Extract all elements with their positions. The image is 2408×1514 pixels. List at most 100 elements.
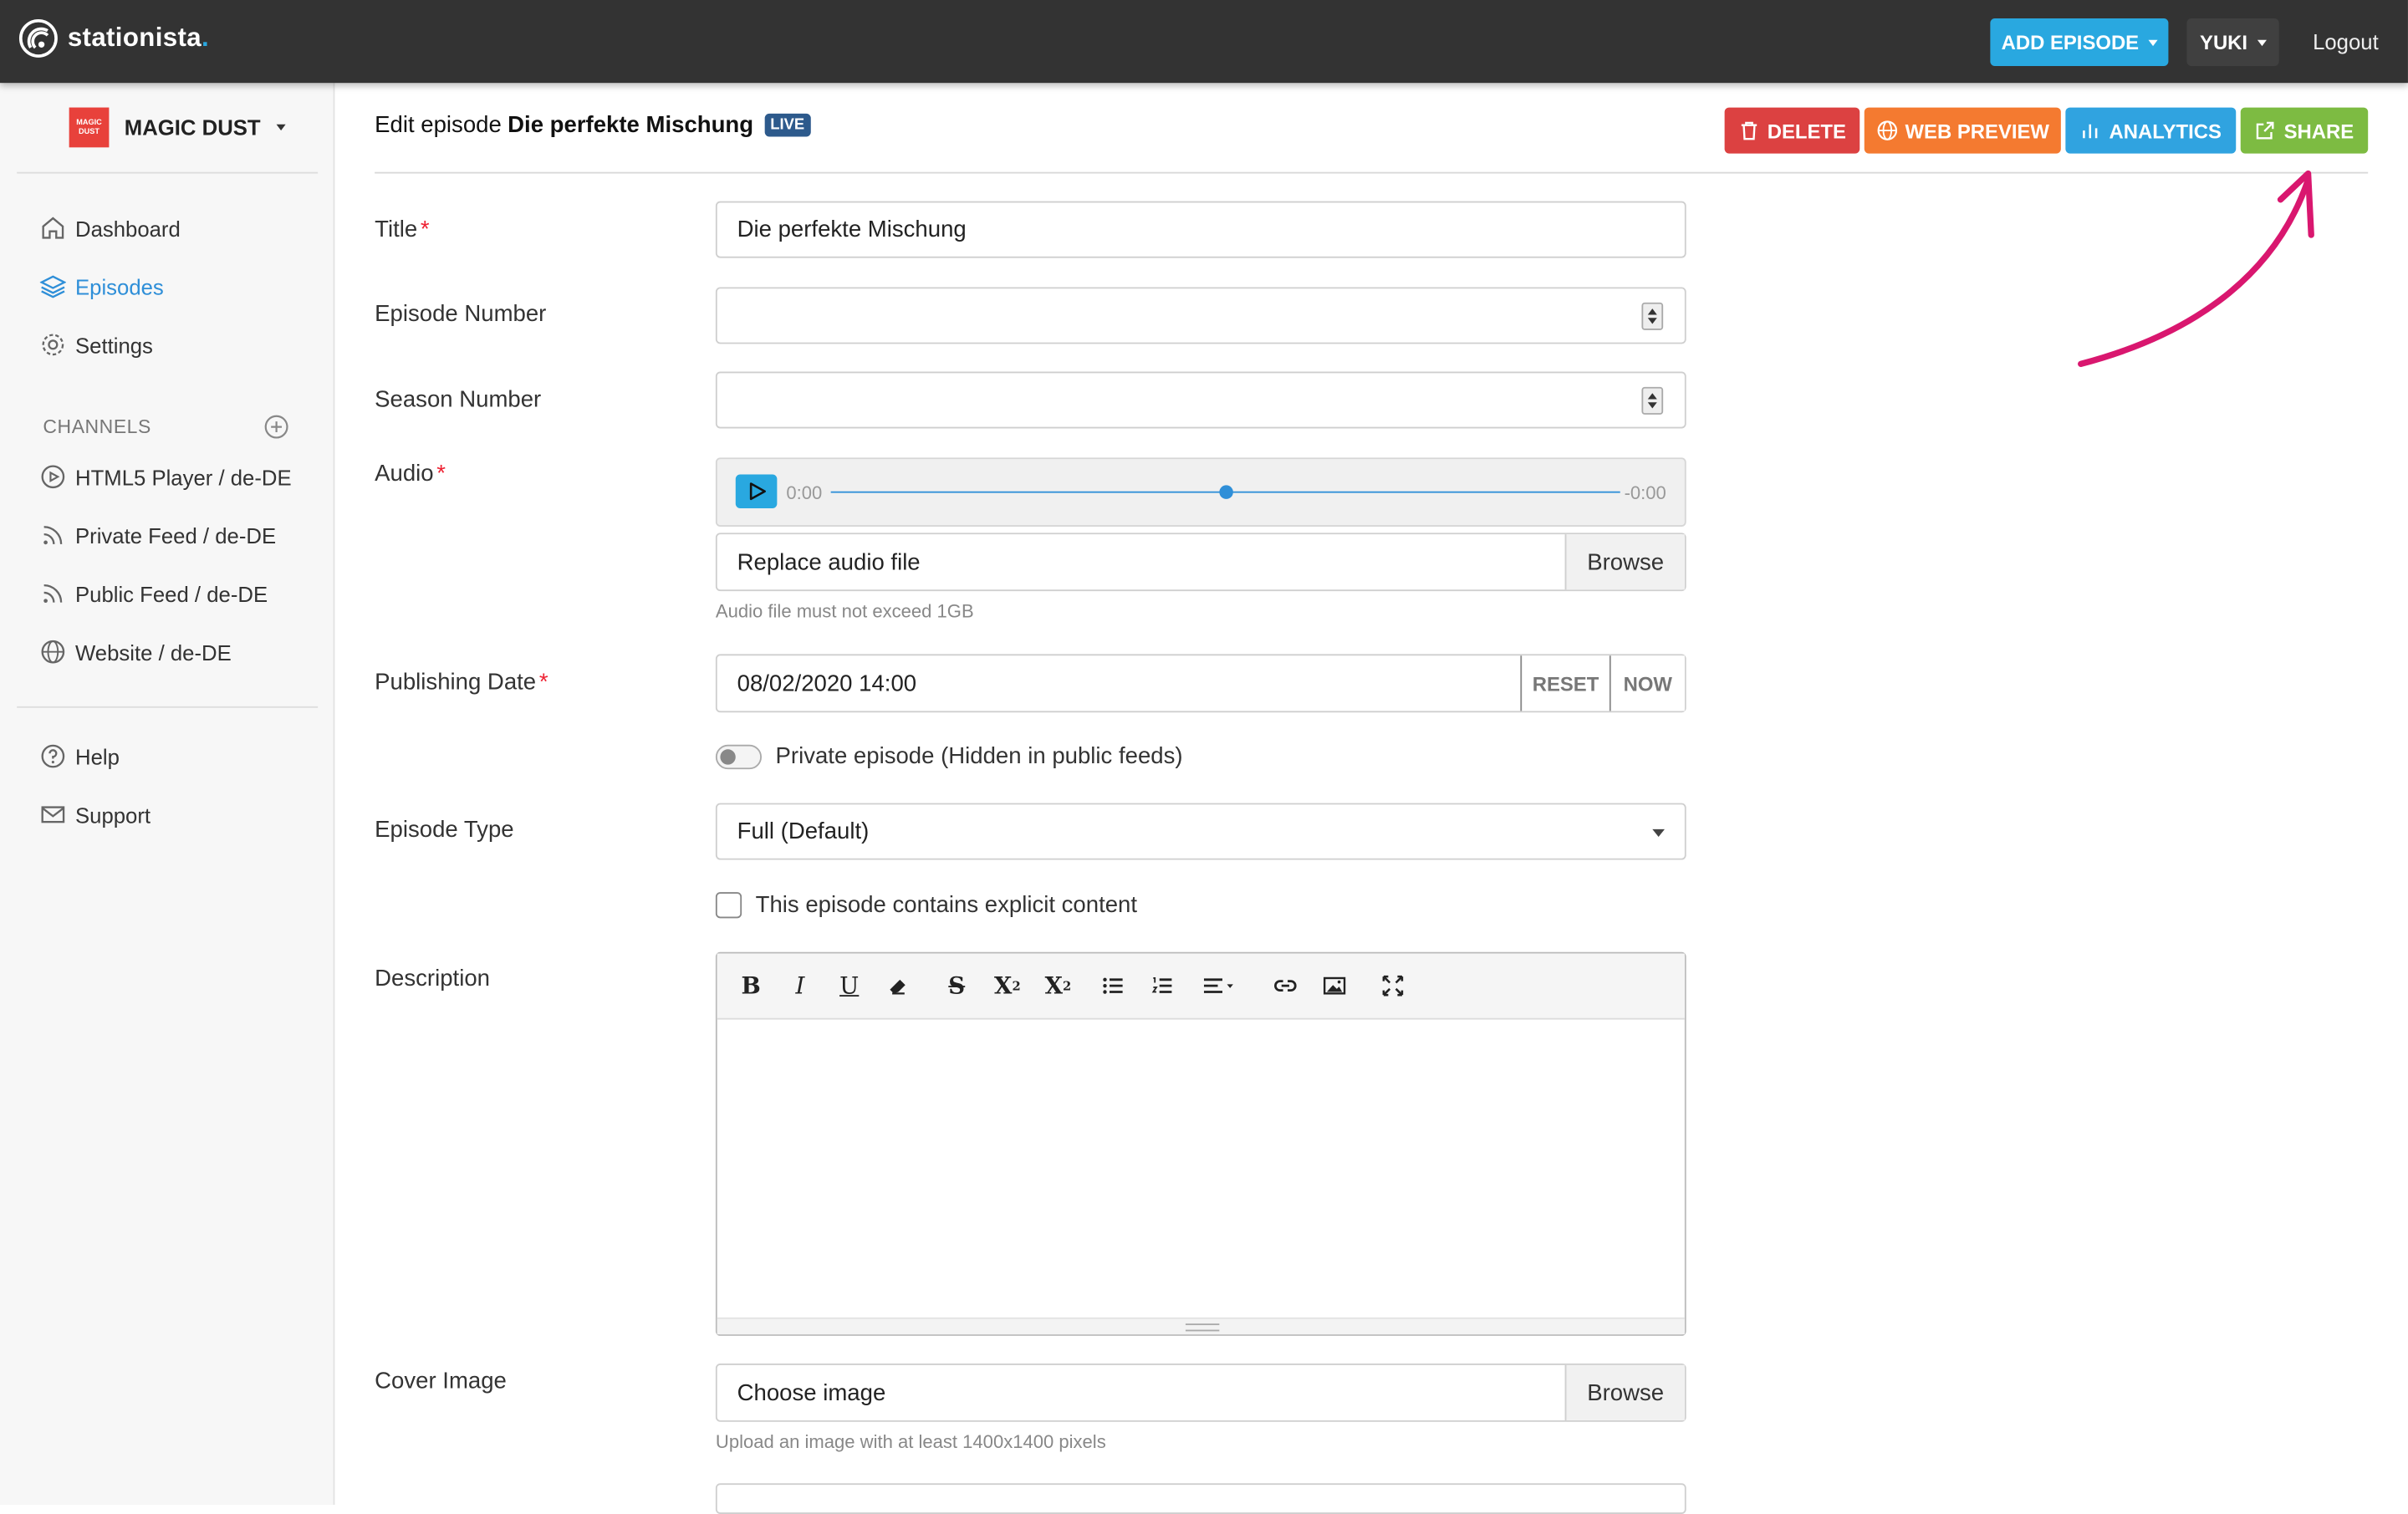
add-episode-button[interactable]: ADD EPISODE: [1990, 18, 2169, 66]
cover-image-label: Cover Image: [375, 1368, 507, 1394]
sidebar-item-support[interactable]: Support: [40, 802, 150, 828]
sidebar-item-label: Support: [74, 802, 151, 828]
sidebar: MAGIC DUST MAGIC DUST Dashboard Episodes…: [0, 83, 335, 1505]
now-date-button[interactable]: NOW: [1609, 655, 1685, 711]
audio-seek-handle[interactable]: [1218, 485, 1232, 499]
episode-type-select[interactable]: Full (Default): [715, 803, 1686, 860]
stationista-logo-icon: [18, 18, 58, 58]
sidebar-item-website[interactable]: Website / de-DE: [40, 639, 232, 665]
editor-toolbar: B I U S X2 X2: [717, 953, 1685, 1020]
description-label: Description: [375, 966, 490, 992]
browse-audio-button[interactable]: Browse: [1564, 534, 1685, 590]
sidebar-item-label: Dashboard: [74, 216, 181, 241]
cover-image-hint: Upload an image with at least 1400x1400 …: [715, 1430, 1106, 1453]
sidebar-item-label: Public Feed / de-DE: [74, 581, 268, 606]
org-name: MAGIC DUST: [124, 115, 261, 140]
publishing-date-input[interactable]: 08/02/2020 14:00 RESET NOW: [715, 654, 1686, 713]
episode-number-input[interactable]: [715, 287, 1686, 344]
globe-icon: [41, 640, 65, 664]
numbered-list-icon[interactable]: [1145, 971, 1179, 1002]
subscript-icon[interactable]: X2: [1041, 971, 1074, 1002]
org-logo: MAGIC DUST: [69, 107, 110, 148]
audio-remaining-time: -0:00: [1624, 482, 1666, 504]
layers-icon: [39, 275, 66, 298]
fullscreen-icon[interactable]: [1376, 971, 1410, 1002]
superscript-icon[interactable]: X2: [991, 971, 1024, 1002]
web-preview-label: WEB PREVIEW: [1905, 119, 2049, 142]
analytics-button[interactable]: ANALYTICS: [2065, 107, 2237, 154]
share-label: SHARE: [2283, 119, 2354, 142]
top-bar: stationista. ADD EPISODE YUKI Logout: [0, 0, 2408, 84]
sidebar-item-label: Private Feed / de-DE: [74, 523, 277, 548]
sidebar-item-html5-player[interactable]: HTML5 Player / de-DE: [40, 464, 292, 490]
sidebar-item-help[interactable]: Help: [40, 743, 120, 769]
episode-number-label: Episode Number: [375, 300, 547, 328]
editor-resize-handle[interactable]: [717, 1317, 1685, 1335]
delete-button[interactable]: DELETE: [1724, 107, 1860, 154]
page-title: Edit episode Die perfekte Mischung LIVE: [375, 112, 811, 139]
cover-image-placeholder: Choose image: [737, 1380, 886, 1407]
web-preview-button[interactable]: WEB PREVIEW: [1864, 107, 2061, 154]
link-icon[interactable]: [1268, 971, 1302, 1002]
sidebar-item-label: Episodes: [74, 273, 164, 299]
external-link-icon: [2257, 121, 2274, 140]
sidebar-item-public-feed[interactable]: Public Feed / de-DE: [40, 580, 268, 606]
strikethrough-icon[interactable]: S: [940, 971, 973, 1002]
image-icon[interactable]: [1318, 971, 1351, 1002]
play-circle-icon: [41, 465, 65, 489]
sidebar-divider: [17, 171, 319, 174]
audio-current-time: 0:00: [786, 482, 823, 504]
chevron-down-icon: [276, 124, 286, 131]
eraser-icon[interactable]: [881, 971, 915, 1002]
bold-icon[interactable]: B: [734, 971, 768, 1002]
add-circle-icon[interactable]: [264, 415, 288, 439]
share-button[interactable]: SHARE: [2240, 107, 2369, 154]
sidebar-item-settings[interactable]: Settings: [40, 332, 153, 358]
align-icon[interactable]: [1198, 971, 1241, 1002]
bullet-list-icon[interactable]: [1096, 971, 1130, 1002]
italic-icon[interactable]: I: [783, 971, 817, 1002]
delete-label: DELETE: [1767, 119, 1846, 142]
envelope-icon: [41, 806, 65, 823]
description-editor[interactable]: B I U S X2 X2: [715, 951, 1686, 1336]
globe-icon: [1876, 120, 1897, 140]
rss-icon: [43, 584, 63, 604]
season-number-input[interactable]: [715, 371, 1686, 429]
chevron-down-icon: [1652, 828, 1665, 838]
rss-icon: [43, 526, 63, 545]
org-switcher[interactable]: MAGIC DUST MAGIC DUST: [69, 107, 286, 148]
play-icon: [748, 482, 766, 501]
title-label: Title *: [375, 216, 430, 243]
browse-cover-button[interactable]: Browse: [1564, 1364, 1685, 1420]
underline-icon[interactable]: U: [832, 971, 865, 1002]
play-button[interactable]: [735, 474, 778, 508]
audio-hint: Audio file must not exceed 1GB: [715, 600, 974, 622]
channels-heading: CHANNELS: [43, 415, 151, 438]
app-logo[interactable]: stationista.: [18, 18, 209, 59]
episode-type-value: Full (Default): [737, 818, 870, 845]
user-menu-button[interactable]: YUKI: [2186, 18, 2279, 66]
audio-file-input[interactable]: Replace audio file Browse: [715, 533, 1686, 592]
audio-player: 0:00 -0:00: [715, 457, 1686, 527]
trash-icon: [1741, 121, 1757, 140]
publishing-date-label: Publishing Date *: [375, 669, 548, 696]
bar-chart-icon: [2083, 124, 2099, 139]
sidebar-item-episodes[interactable]: Episodes: [39, 273, 164, 299]
private-episode-label: Private episode (Hidden in public feeds): [775, 742, 1183, 770]
page-title-prefix: Edit episode: [375, 112, 502, 139]
title-input[interactable]: Die perfekte Mischung: [715, 201, 1686, 258]
number-stepper-icon[interactable]: [1641, 302, 1664, 330]
sidebar-item-private-feed[interactable]: Private Feed / de-DE: [40, 522, 276, 548]
sidebar-item-dashboard[interactable]: Dashboard: [40, 215, 181, 241]
cover-image-input[interactable]: Choose image Browse: [715, 1363, 1686, 1422]
logo-text: stationista.: [67, 23, 210, 53]
gear-icon: [42, 334, 64, 356]
reset-date-button[interactable]: RESET: [1520, 655, 1610, 711]
number-stepper-icon[interactable]: [1641, 386, 1664, 415]
logout-link[interactable]: Logout: [2313, 29, 2379, 54]
audio-label: Audio *: [375, 461, 446, 487]
home-icon: [42, 217, 64, 239]
private-episode-toggle[interactable]: [715, 744, 763, 770]
next-field-input[interactable]: [715, 1483, 1686, 1514]
explicit-content-checkbox[interactable]: [715, 892, 742, 919]
